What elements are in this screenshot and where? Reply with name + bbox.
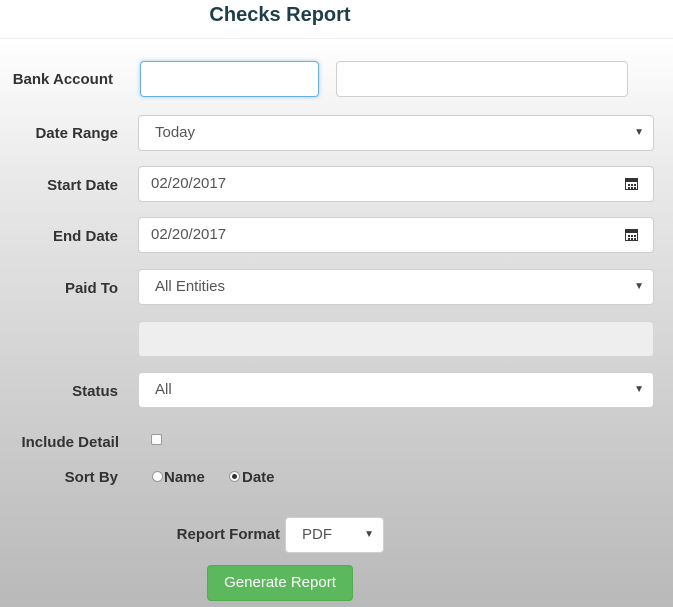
calendar-icon [625, 229, 638, 241]
bank-account-label: Bank Account [12, 71, 113, 88]
sort-by-date-label[interactable]: Date [242, 469, 275, 486]
calendar-icon [625, 178, 638, 190]
start-date-input[interactable]: 02/20/2017 [138, 166, 611, 202]
paid-to-value: All Entities [155, 278, 226, 295]
sort-by-date-radio[interactable] [229, 471, 240, 482]
report-format-label: Report Format [176, 526, 280, 543]
paid-to-label: Paid To [64, 280, 118, 297]
generate-report-button[interactable]: Generate Report [207, 565, 353, 601]
sort-by-label: Sort By [64, 469, 118, 486]
caret-down-icon: ▼ [634, 281, 644, 292]
sort-by-name-label[interactable]: Name [164, 469, 205, 486]
bank-account-code-input[interactable] [140, 61, 319, 97]
end-date-input[interactable]: 02/20/2017 [138, 217, 611, 253]
start-date-group: 02/20/2017 [138, 166, 654, 202]
status-value: All [155, 381, 172, 398]
caret-down-icon: ▼ [634, 384, 644, 395]
end-date-group: 02/20/2017 [138, 217, 654, 253]
end-date-label: End Date [52, 228, 118, 245]
sort-by-name-radio[interactable] [152, 471, 163, 482]
date-range-select[interactable]: Today ▼ [138, 115, 654, 151]
paid-to-detail-input [138, 321, 654, 357]
date-range-label: Date Range [35, 125, 118, 142]
report-format-value: PDF [302, 526, 332, 543]
start-date-label: Start Date [47, 177, 118, 194]
status-label: Status [72, 383, 118, 400]
include-detail-checkbox[interactable] [151, 434, 162, 445]
status-select[interactable]: All ▼ [138, 372, 654, 408]
caret-down-icon: ▼ [634, 127, 644, 138]
caret-down-icon: ▼ [364, 529, 374, 540]
page-title: Checks Report [209, 4, 351, 26]
report-format-select[interactable]: PDF ▼ [285, 517, 384, 553]
bank-account-name-input[interactable] [336, 61, 628, 97]
date-range-value: Today [155, 124, 196, 141]
title-divider [0, 38, 673, 39]
include-detail-label: Include Detail [21, 434, 119, 451]
end-date-calendar-button[interactable] [610, 217, 654, 253]
paid-to-select[interactable]: All Entities ▼ [138, 269, 654, 305]
start-date-calendar-button[interactable] [610, 166, 654, 202]
